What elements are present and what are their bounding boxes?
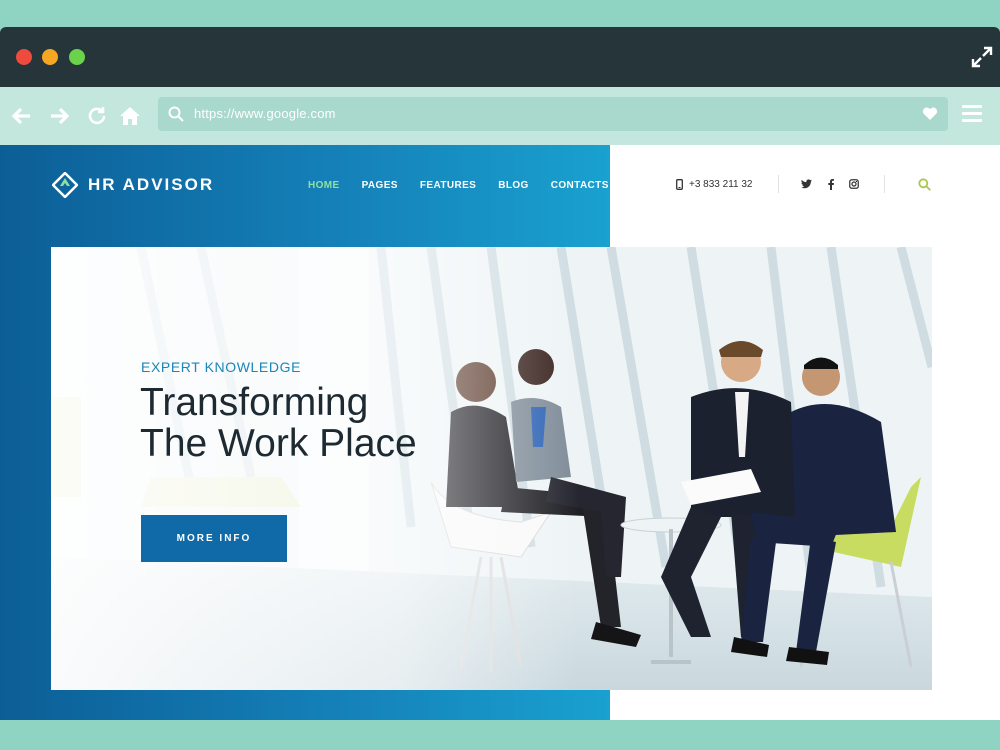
hero-title-line-2: The Work Place bbox=[140, 422, 417, 465]
hero-subtitle: EXPERT KNOWLEDGE bbox=[141, 359, 302, 375]
hero-title-line-1: Transforming bbox=[140, 381, 369, 424]
hamburger-menu-icon[interactable] bbox=[962, 105, 982, 123]
hero-banner: EXPERT KNOWLEDGE Transforming The Work P… bbox=[51, 247, 932, 690]
browser-toolbar: https://www.google.com bbox=[0, 87, 1000, 145]
minimize-window-button[interactable] bbox=[42, 49, 58, 65]
expand-icon[interactable] bbox=[970, 45, 994, 69]
twitter-icon[interactable] bbox=[800, 179, 812, 191]
nav-item-features[interactable]: FEATURES bbox=[420, 180, 476, 191]
facebook-icon[interactable] bbox=[825, 179, 837, 191]
home-icon[interactable] bbox=[119, 105, 141, 127]
site-logo[interactable]: HR ADVISOR bbox=[52, 172, 214, 198]
phone-number: +3 833 211 32 bbox=[689, 179, 753, 190]
main-navigation: HOME PAGES FEATURES BLOG CONTACTS bbox=[308, 180, 631, 191]
header-divider bbox=[778, 175, 779, 193]
nav-item-contacts[interactable]: CONTACTS bbox=[551, 180, 609, 191]
forward-arrow-icon[interactable] bbox=[49, 105, 71, 127]
nav-item-home[interactable]: HOME bbox=[308, 180, 340, 191]
close-window-button[interactable] bbox=[16, 49, 32, 65]
logo-text: HR ADVISOR bbox=[88, 175, 215, 194]
hero-title: Transforming The Work Place bbox=[140, 382, 417, 464]
phone-contact[interactable]: +3 833 211 32 bbox=[676, 179, 753, 190]
phone-icon bbox=[676, 179, 683, 190]
browser-titlebar bbox=[0, 27, 1000, 87]
page-viewport: HR ADVISOR HOME PAGES FEATURES BLOG CONT… bbox=[0, 145, 1000, 720]
search-icon[interactable] bbox=[918, 178, 931, 191]
search-icon bbox=[168, 106, 184, 122]
nav-item-pages[interactable]: PAGES bbox=[362, 180, 398, 191]
reload-icon[interactable] bbox=[86, 105, 108, 127]
hero-office-photo bbox=[51, 247, 932, 690]
address-bar[interactable]: https://www.google.com bbox=[158, 97, 948, 131]
header-divider bbox=[884, 175, 885, 193]
back-arrow-icon[interactable] bbox=[10, 105, 32, 127]
instagram-icon[interactable] bbox=[848, 179, 860, 191]
url-text[interactable]: https://www.google.com bbox=[194, 106, 336, 121]
nav-item-blog[interactable]: BLOG bbox=[498, 180, 529, 191]
more-info-button[interactable]: MORE INFO bbox=[141, 515, 287, 562]
maximize-window-button[interactable] bbox=[69, 49, 85, 65]
logo-mark-icon bbox=[52, 172, 78, 198]
heart-icon[interactable] bbox=[922, 107, 938, 121]
